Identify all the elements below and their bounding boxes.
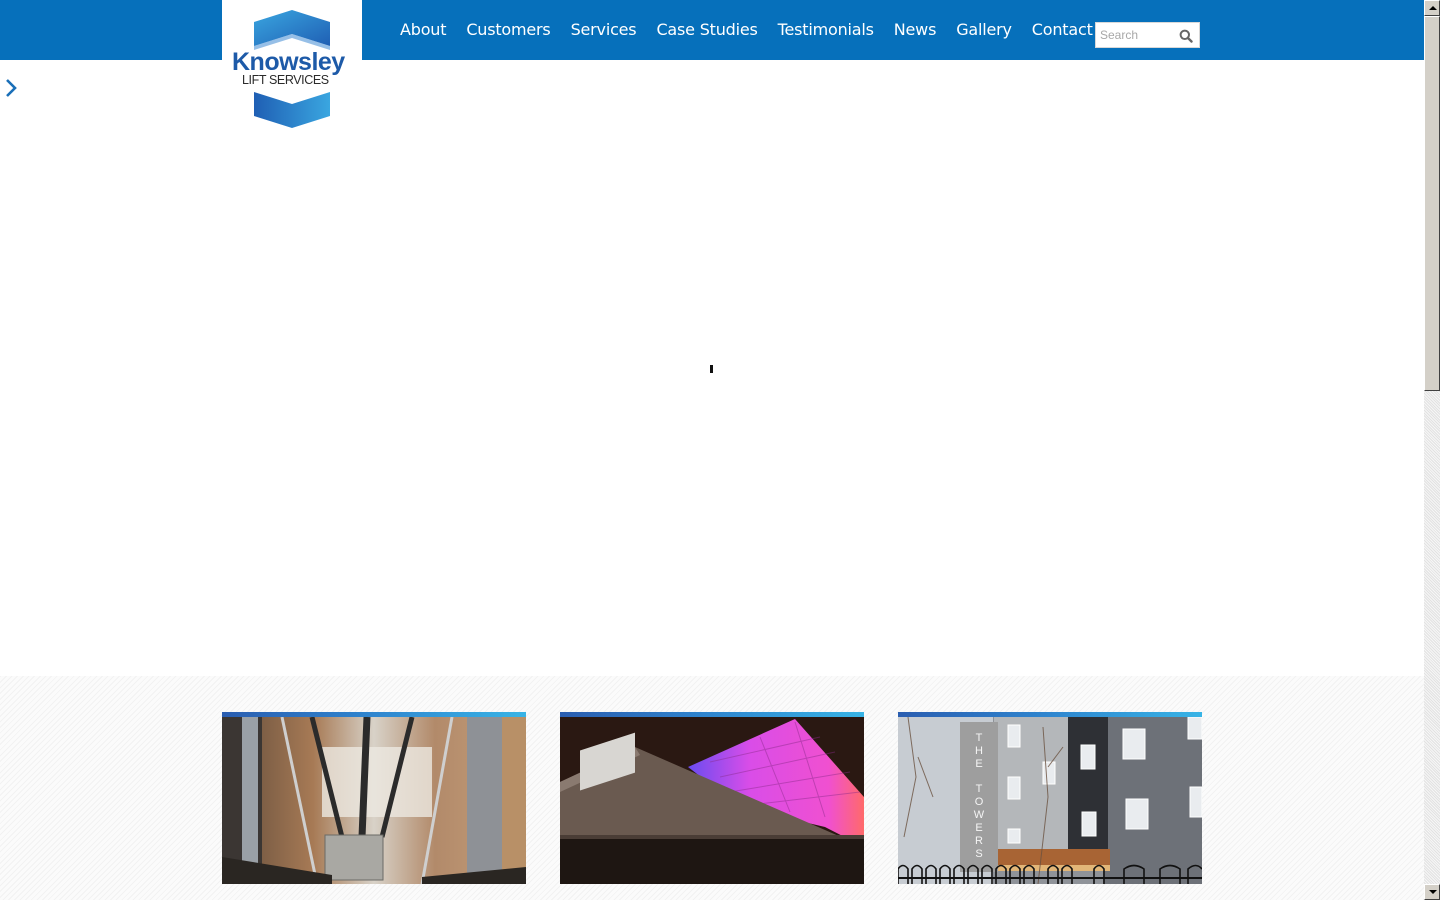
search-box [1095,22,1200,48]
the-towers-image: T H E T O W E R S [898,717,1202,884]
page: Knowsley LIFT SERVICES About Customers S… [0,0,1424,900]
main-nav: About Customers Services Case Studies Te… [390,0,1103,60]
feature-card-illuminated-building[interactable] [560,712,864,884]
svg-text:T: T [976,732,983,744]
svg-text:E: E [975,758,982,770]
nav-item-services[interactable]: Services [561,0,647,60]
nav-item-case-studies[interactable]: Case Studies [646,0,767,60]
loading-icon [710,365,713,373]
svg-text:O: O [975,796,984,808]
nav-item-testimonials[interactable]: Testimonials [768,0,884,60]
nav-item-gallery[interactable]: Gallery [946,0,1022,60]
vertical-scrollbar[interactable] [1424,0,1440,900]
nav-item-customers[interactable]: Customers [456,0,560,60]
scroll-down-button[interactable] [1424,884,1440,900]
nav-item-contact[interactable]: Contact [1022,0,1103,60]
svg-text:W: W [974,809,985,821]
lift-shaft-image [222,717,526,884]
scroll-up-button[interactable] [1424,0,1440,16]
logo[interactable]: Knowsley LIFT SERVICES [222,0,362,135]
svg-text:S: S [975,848,982,860]
search-input[interactable] [1100,26,1176,44]
nav-item-news[interactable]: News [884,0,946,60]
feature-card-the-towers[interactable]: T H E T O W E R S [898,712,1202,884]
slider-toggle-button[interactable] [4,78,18,98]
illuminated-building-image [560,717,864,884]
svg-text:E: E [975,822,982,834]
scrollbar-thumb[interactable] [1424,16,1440,391]
svg-text:R: R [975,835,983,847]
logo-subtitle: LIFT SERVICES [242,73,329,87]
feature-card-lift-shaft[interactable] [222,712,526,884]
search-button[interactable] [1179,28,1193,43]
svg-text:T: T [976,783,983,795]
chevron-right-icon [6,79,17,97]
nav-item-about[interactable]: About [390,0,456,60]
svg-text:H: H [975,745,983,757]
search-icon [1179,29,1193,43]
